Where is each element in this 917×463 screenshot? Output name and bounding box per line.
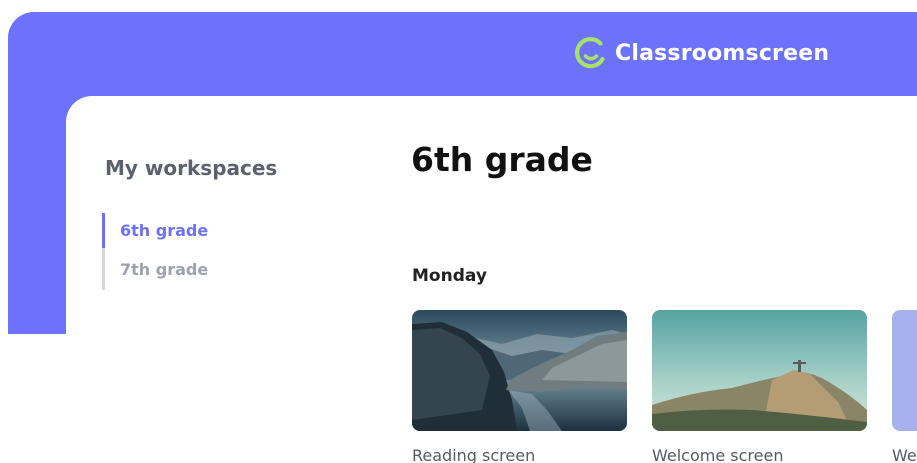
classroomscreen-logo-icon [574, 37, 605, 69]
sidebar-item-6th-grade[interactable]: 6th grade [102, 213, 272, 248]
app-window: Classroomscreen My workspaces 6th grade … [0, 0, 917, 463]
screen-card-partial[interactable]: We [892, 310, 917, 463]
sidebar-item-label: 6th grade [120, 221, 209, 240]
card-label: We [892, 446, 917, 463]
brand[interactable]: Classroomscreen [573, 35, 829, 71]
workspace-list: 6th grade 7th grade [102, 213, 272, 290]
section-label-monday: Monday [412, 266, 487, 286]
mountain-statue-image [652, 310, 867, 431]
sidebar-item-label: 7th grade [120, 259, 209, 279]
card-label: Welcome screen [652, 446, 784, 463]
page-title: 6th grade [411, 140, 593, 179]
blue-gradient-image [892, 310, 917, 431]
screen-card-reading[interactable]: Reading screen [412, 310, 627, 463]
fjord-landscape-image [412, 310, 627, 431]
brand-name: Classroomscreen [615, 40, 830, 66]
sidebar-title: My workspaces [105, 156, 278, 180]
sidebar-item-7th-grade[interactable]: 7th grade [102, 248, 272, 290]
screen-card-welcome[interactable]: Welcome screen [652, 310, 867, 463]
card-label: Reading screen [412, 446, 536, 463]
